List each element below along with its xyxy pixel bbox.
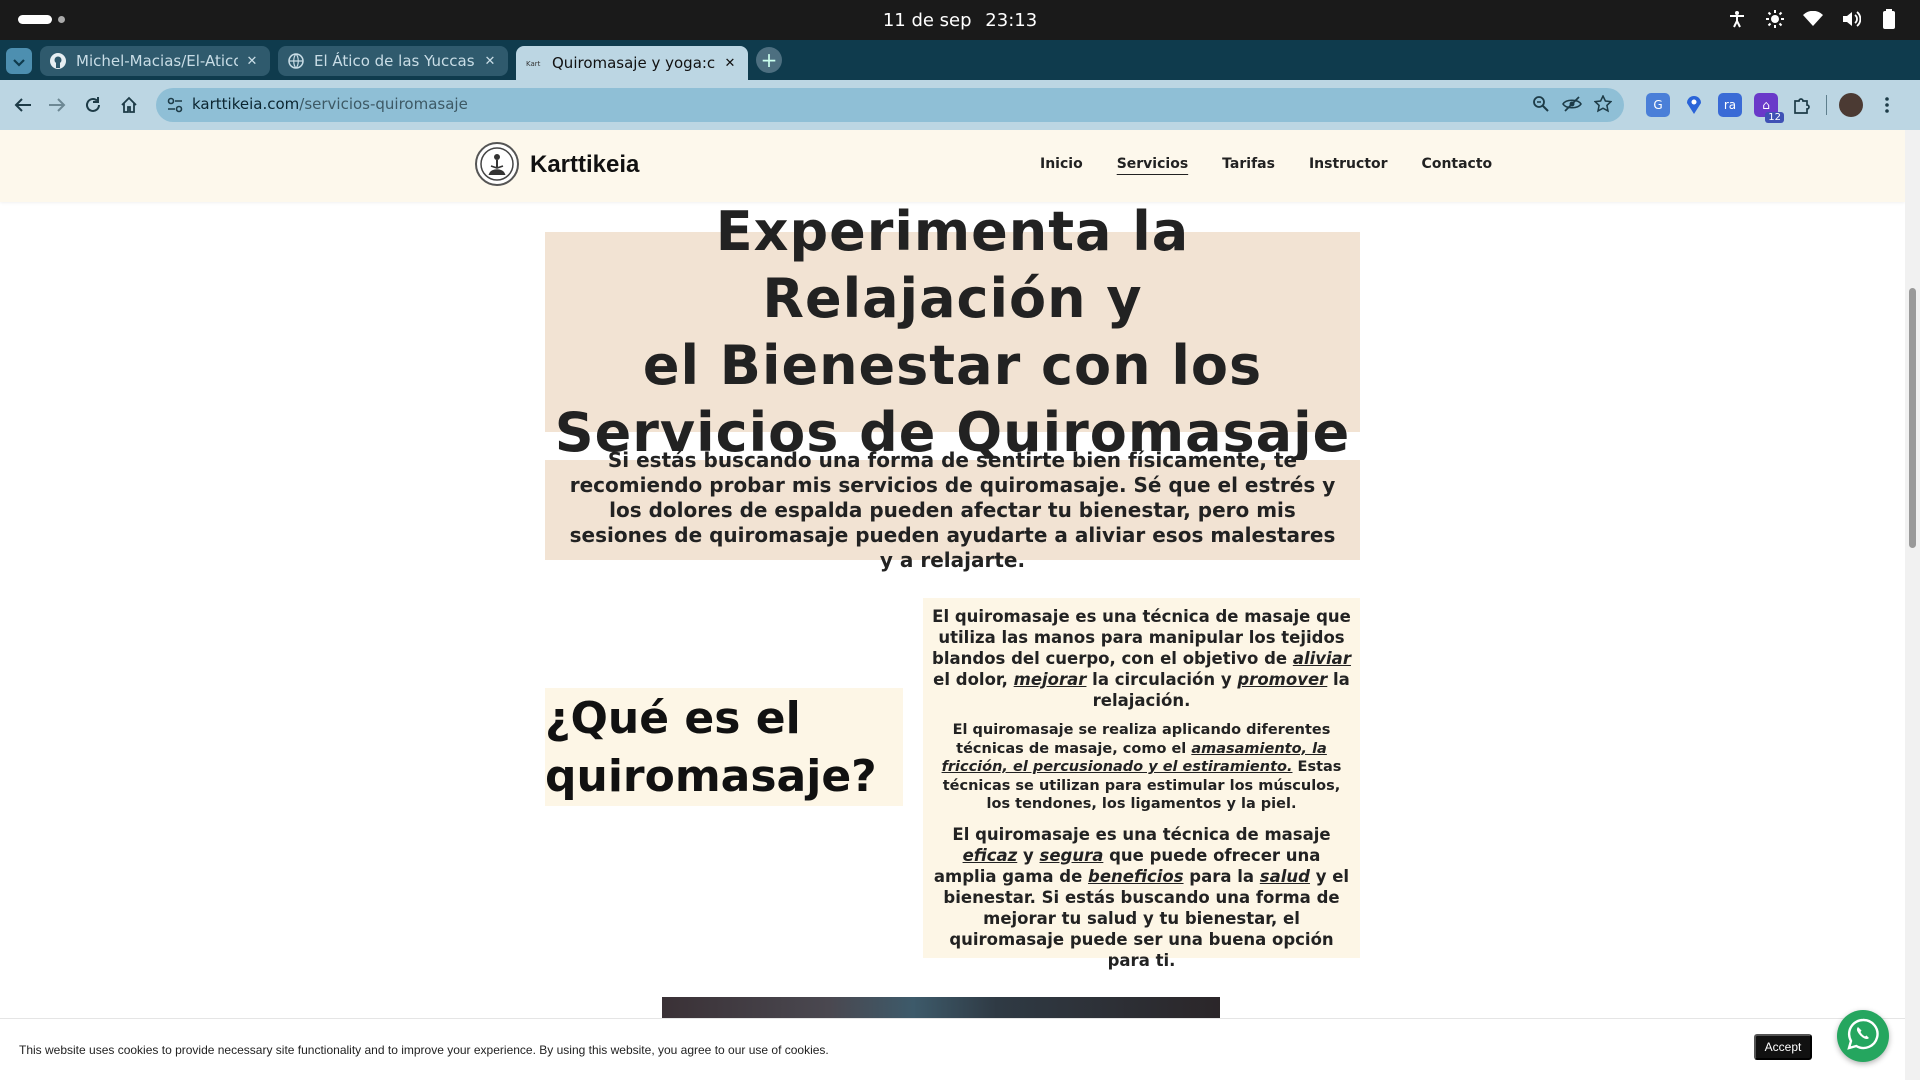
pin-extension-icon[interactable]	[1682, 93, 1706, 117]
globe-icon	[288, 53, 304, 69]
tab-title: Quiromasaje y yoga:cardio	[552, 54, 716, 72]
section-heading: ¿Qué es el quiromasaje?	[545, 688, 903, 806]
bookmark-star-icon[interactable]	[1593, 94, 1613, 117]
keyword: beneficios	[1088, 866, 1184, 886]
hero-banner: Experimenta la Relajación y el Bienestar…	[545, 200, 1360, 464]
description-paragraph-3: El quiromasaje es una técnica de masaje …	[929, 824, 1354, 971]
keyword: aliviar	[1292, 649, 1351, 668]
nav-instructor[interactable]: Instructor	[1309, 156, 1388, 172]
translate-extension-icon[interactable]: G	[1646, 93, 1670, 117]
keyword: eficaz	[962, 845, 1018, 865]
plus-icon: +	[760, 48, 778, 72]
back-icon[interactable]	[12, 94, 34, 116]
nav-contacto[interactable]: Contacto	[1422, 156, 1493, 172]
accept-cookies-button[interactable]: Accept	[1754, 1034, 1812, 1060]
close-icon[interactable]: ✕	[722, 56, 738, 71]
profile-avatar[interactable]	[1839, 93, 1863, 117]
url-text[interactable]: karttikeia.com/servicios-quiromasaje	[192, 95, 468, 113]
toolbar-divider	[1826, 95, 1827, 115]
address-bar[interactable]: karttikeia.com/servicios-quiromasaje	[156, 88, 1624, 122]
os-top-bar: 11 de sep 23:13	[0, 0, 1920, 40]
keyword: segura	[1039, 845, 1104, 865]
description-paragraph-1: El quiromasaje es una técnica de masaje …	[929, 606, 1354, 711]
hero-heading: Experimenta la Relajación y el Bienestar…	[545, 198, 1360, 466]
whatsapp-icon	[1846, 1017, 1880, 1055]
os-date: 11 de sep	[882, 10, 972, 31]
site-info-icon[interactable]	[166, 96, 184, 118]
site-header: Karttikeia Inicio Servicios Tarifas Inst…	[0, 130, 1905, 202]
section-heading-box: ¿Qué es el quiromasaje?	[545, 688, 903, 806]
accessibility-icon[interactable]	[1726, 8, 1748, 30]
ra-extension-icon[interactable]: ra	[1718, 93, 1742, 117]
keyword: mejorar	[1013, 670, 1087, 689]
url-domain: karttikeia.com	[192, 95, 300, 113]
section-heading-line: ¿Qué es el	[545, 693, 801, 744]
section-heading-line: quiromasaje?	[545, 751, 877, 802]
tab-title: El Ático de las Yuccas - Yoga	[314, 52, 476, 70]
wifi-icon[interactable]	[1802, 8, 1824, 30]
forward-icon[interactable]	[46, 94, 68, 116]
cookie-banner: This website uses cookies to provide nec…	[0, 1018, 1905, 1080]
system-tray[interactable]	[1726, 8, 1900, 30]
whatsapp-button[interactable]	[1837, 1010, 1889, 1062]
hero-heading-line: el Bienestar con los	[642, 334, 1263, 397]
battery-icon[interactable]	[1878, 8, 1900, 30]
karttikeia-favicon: Kart	[526, 55, 542, 71]
site-logo[interactable]	[475, 142, 519, 186]
browser-tab-quiromasaje[interactable]: Kart Quiromasaje y yoga:cardio ✕	[516, 46, 748, 80]
cookie-text: This website uses cookies to provide nec…	[19, 1043, 829, 1057]
nav-servicios[interactable]: Servicios	[1117, 156, 1188, 172]
keyword: salud	[1259, 866, 1310, 886]
intro-block: Si estás buscando una forma de sentirte …	[545, 448, 1360, 572]
url-path: /servicios-quiromasaje	[299, 95, 468, 113]
close-icon[interactable]: ✕	[244, 54, 260, 69]
zoom-icon[interactable]	[1532, 95, 1550, 117]
reload-icon[interactable]	[82, 94, 104, 116]
tab-search-button[interactable]	[6, 48, 32, 74]
close-icon[interactable]: ✕	[482, 54, 498, 69]
text-run: para la	[1183, 866, 1260, 886]
text-run: y	[1017, 845, 1040, 865]
description-paragraph-2: El quiromasaje se realiza aplicando dife…	[929, 721, 1354, 814]
scrollbar-thumb[interactable]	[1909, 288, 1916, 548]
extension-badge: 12	[1765, 112, 1784, 123]
puzzle-extensions-icon[interactable]	[1790, 93, 1814, 117]
browser-toolbar: karttikeia.com/servicios-quiromasaje G r…	[0, 80, 1920, 130]
os-clock[interactable]: 11 de sep 23:13	[0, 10, 1920, 31]
browser-tab-github[interactable]: Michel-Macias/El-Atico-de-las-Yuccas ✕	[40, 46, 270, 76]
nav-tarifas[interactable]: Tarifas	[1222, 156, 1275, 172]
brightness-icon[interactable]	[1764, 8, 1786, 30]
svg-text:Kart: Kart	[526, 60, 541, 68]
home-extension-icon[interactable]: ⌂ 12	[1754, 93, 1784, 123]
nav-inicio[interactable]: Inicio	[1040, 156, 1083, 172]
extensions-row: G ra ⌂ 12	[1646, 93, 1899, 123]
main-nav: Inicio Servicios Tarifas Instructor Cont…	[1040, 156, 1492, 172]
chevron-down-icon	[13, 52, 25, 71]
tracking-protection-icon[interactable]	[1562, 95, 1582, 117]
os-time: 23:13	[985, 10, 1038, 31]
browser-tab-atico[interactable]: El Ático de las Yuccas - Yoga ✕	[278, 46, 508, 76]
site-brand[interactable]: Karttikeia	[530, 151, 639, 179]
keyword: promover	[1237, 670, 1328, 689]
tab-title: Michel-Macias/El-Atico-de-las-Yuccas	[76, 52, 238, 70]
text-run: el dolor,	[933, 670, 1014, 689]
intro-text: Si estás buscando una forma de sentirte …	[569, 447, 1336, 572]
text-run: El quiromasaje es una técnica de masaje	[952, 824, 1331, 844]
description-box: El quiromasaje es una técnica de masaje …	[923, 598, 1360, 970]
text-run: la circulación y	[1086, 670, 1238, 689]
github-icon	[50, 53, 66, 69]
page-scrollbar[interactable]	[1905, 130, 1920, 1080]
text-run: El quiromasaje es una técnica de masaje …	[932, 607, 1351, 668]
new-tab-button[interactable]: +	[756, 47, 782, 73]
menu-kebab-icon[interactable]	[1875, 93, 1899, 117]
home-icon[interactable]	[118, 94, 140, 116]
volume-icon[interactable]	[1840, 8, 1862, 30]
page-viewport: Karttikeia Inicio Servicios Tarifas Inst…	[0, 130, 1905, 1080]
hero-heading-line: Experimenta la Relajación y	[715, 200, 1190, 330]
browser-tab-strip: Michel-Macias/El-Atico-de-las-Yuccas ✕ E…	[0, 40, 1920, 80]
